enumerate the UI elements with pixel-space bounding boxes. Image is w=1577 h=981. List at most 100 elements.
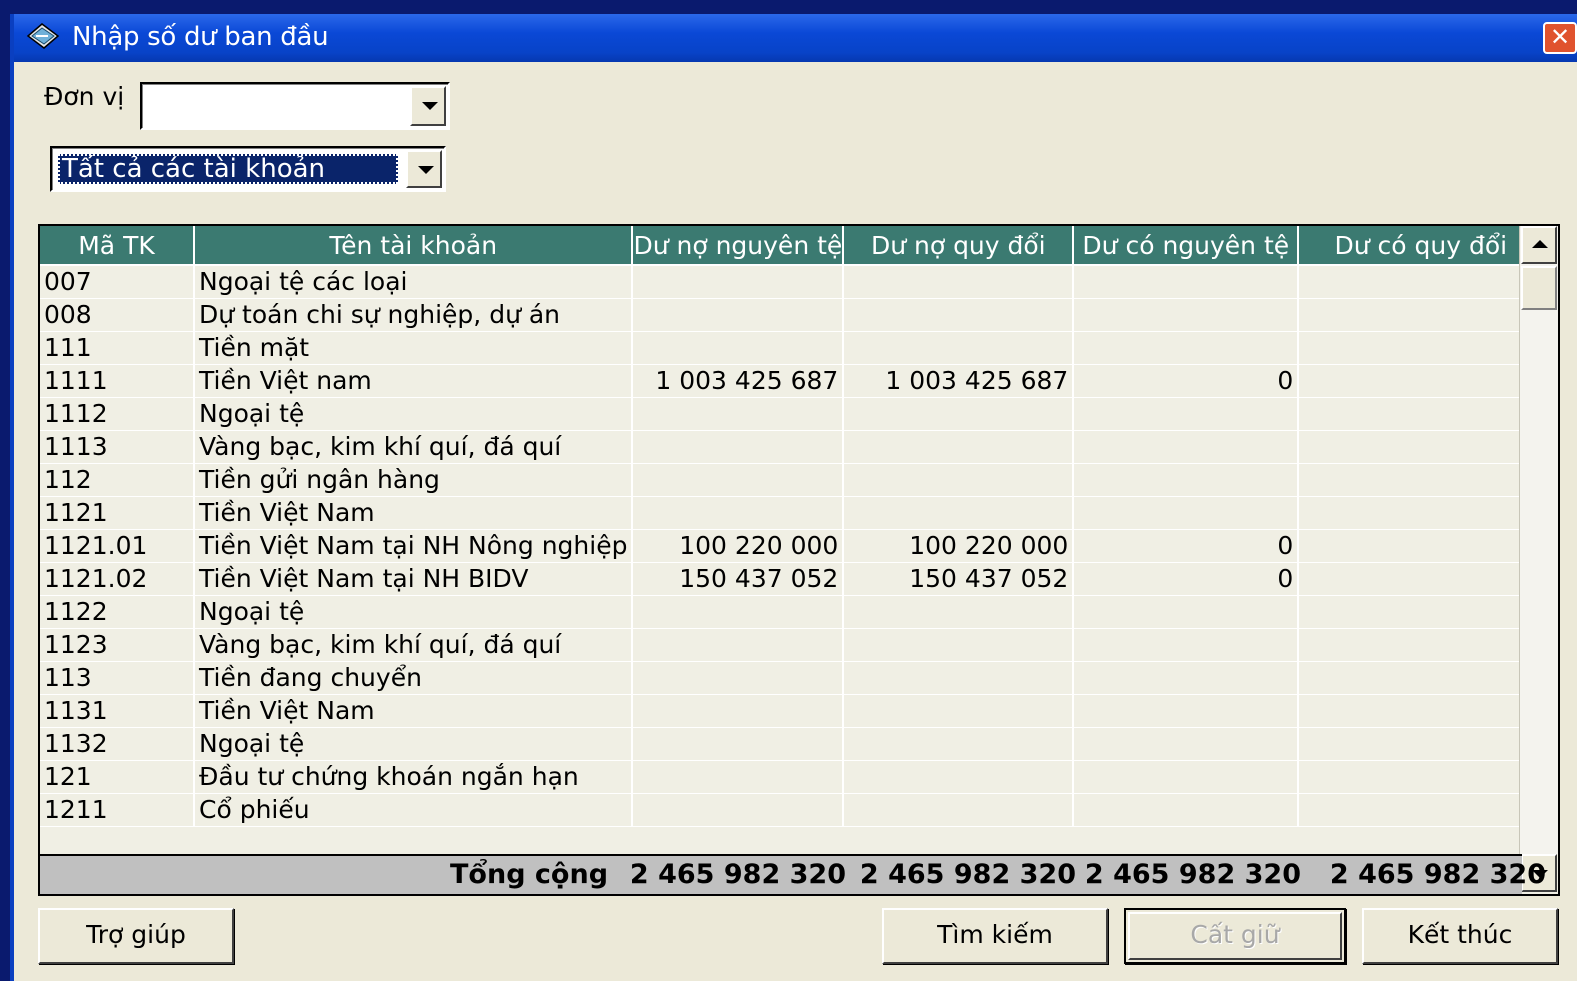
col-header-credit-conv[interactable]: Dư có quy đổi [1298,226,1545,266]
cell-debit-orig[interactable]: 1 003 425 687 [632,364,845,398]
table-row[interactable]: 008 Dự toán chi sự nghiệp, dự án [40,298,1545,332]
cell-credit-conv[interactable] [1298,331,1545,365]
cell-name[interactable]: Vàng bạc, kim khí quí, đá quí [194,628,634,662]
cell-code[interactable]: 1121.02 [40,562,195,596]
cell-debit-orig[interactable] [632,298,845,332]
cell-credit-conv[interactable]: 0 [1298,562,1545,596]
cell-code[interactable]: 111 [40,331,195,365]
finish-button[interactable]: Kết thúc [1362,908,1558,964]
cell-credit-orig[interactable] [1073,463,1300,497]
cell-debit-conv[interactable] [843,760,1075,794]
cell-debit-orig[interactable] [632,265,845,299]
save-button[interactable]: Cất giữ [1124,908,1346,964]
cell-credit-orig[interactable] [1073,793,1300,827]
cell-debit-conv[interactable] [843,793,1075,827]
cell-credit-conv[interactable] [1298,694,1545,728]
cell-credit-orig[interactable] [1073,727,1300,761]
cell-debit-orig[interactable]: 150 437 052 [632,562,845,596]
cell-debit-orig[interactable] [632,727,845,761]
table-row[interactable]: 1121 Tiền Việt Nam [40,496,1545,530]
cell-code[interactable]: 1112 [40,397,195,431]
cell-code[interactable]: 1113 [40,430,195,464]
cell-credit-conv[interactable] [1298,298,1545,332]
cell-code[interactable]: 007 [40,265,195,299]
cell-code[interactable]: 121 [40,760,195,794]
cell-credit-orig[interactable]: 0 [1073,364,1300,398]
col-header-name[interactable]: Tên tài khoản [194,226,634,266]
table-row[interactable]: 1121.01 Tiền Việt Nam tại NH Nông nghiệp 1… [40,529,1545,563]
cell-name[interactable]: Tiền Việt nam [194,364,634,398]
cell-debit-conv[interactable] [843,727,1075,761]
cell-code[interactable]: 1121 [40,496,195,530]
cell-debit-orig[interactable] [632,595,845,629]
table-row[interactable]: 1132 Ngoại tệ [40,727,1545,761]
cell-name[interactable]: Tiền Việt Nam tại NH BIDV [194,562,634,596]
cell-credit-orig[interactable]: 0 [1073,529,1300,563]
cell-debit-orig[interactable]: 100 220 000 [632,529,845,563]
cell-debit-orig[interactable] [632,661,845,695]
cell-credit-orig[interactable] [1073,496,1300,530]
table-row[interactable]: 1122 Ngoại tệ [40,595,1545,629]
cell-debit-orig[interactable] [632,760,845,794]
cell-name[interactable]: Cổ phiếu [194,793,634,827]
chevron-down-icon[interactable] [406,150,442,188]
cell-credit-orig[interactable] [1073,430,1300,464]
cell-debit-conv[interactable] [843,496,1075,530]
cell-debit-orig[interactable] [632,463,845,497]
help-button[interactable]: Trợ giúp [38,908,234,964]
search-button[interactable]: Tìm kiếm [882,908,1108,964]
cell-debit-conv[interactable] [843,628,1075,662]
cell-debit-conv[interactable] [843,265,1075,299]
cell-code[interactable]: 1132 [40,727,195,761]
scroll-up-icon[interactable] [1521,226,1557,264]
cell-code[interactable]: 1122 [40,595,195,629]
cell-debit-orig[interactable] [632,331,845,365]
account-filter-dropdown[interactable]: Tất cả các tài khoản [50,146,446,192]
cell-name[interactable]: Ngoại tệ [194,397,634,431]
close-icon[interactable]: ✕ [1543,22,1577,54]
cell-debit-conv[interactable] [843,397,1075,431]
title-bar[interactable]: Nhập số dư ban đầu ✕ [14,14,1577,62]
cell-debit-conv[interactable]: 1 003 425 687 [843,364,1075,398]
table-row[interactable]: 1211 Cổ phiếu [40,793,1545,827]
table-row[interactable]: 1121.02 Tiền Việt Nam tại NH BIDV 150 437 … [40,562,1545,596]
cell-code[interactable]: 113 [40,661,195,695]
cell-credit-conv[interactable] [1298,628,1545,662]
chevron-down-icon[interactable] [410,86,446,126]
col-header-code[interactable]: Mã TK [40,226,195,266]
col-header-credit-orig[interactable]: Dư có nguyên tệ [1073,226,1300,266]
cell-name[interactable]: Tiền Việt Nam [194,496,634,530]
table-row[interactable]: 1112 Ngoại tệ [40,397,1545,431]
cell-credit-conv[interactable] [1298,430,1545,464]
cell-credit-orig[interactable] [1073,298,1300,332]
cell-credit-conv[interactable] [1298,397,1545,431]
cell-name[interactable]: Ngoại tệ [194,595,634,629]
cell-credit-conv[interactable] [1298,265,1545,299]
table-row[interactable]: 111 Tiền mặt [40,331,1545,365]
cell-credit-orig[interactable]: 0 [1073,562,1300,596]
cell-debit-conv[interactable] [843,595,1075,629]
cell-credit-conv[interactable] [1298,595,1545,629]
cell-credit-conv[interactable] [1298,727,1545,761]
table-row[interactable]: 1123 Vàng bạc, kim khí quí, đá quí [40,628,1545,662]
table-row[interactable]: 007 Ngoại tệ các loại [40,265,1545,299]
unit-dropdown[interactable] [140,82,450,130]
cell-debit-orig[interactable] [632,793,845,827]
cell-code[interactable]: 1123 [40,628,195,662]
cell-debit-conv[interactable] [843,331,1075,365]
cell-credit-conv[interactable] [1298,463,1545,497]
cell-name[interactable]: Tiền Việt Nam [194,694,634,728]
cell-debit-orig[interactable] [632,628,845,662]
vertical-scrollbar[interactable] [1519,226,1558,854]
cell-debit-orig[interactable] [632,694,845,728]
cell-debit-orig[interactable] [632,496,845,530]
table-row[interactable]: 1131 Tiền Việt Nam [40,694,1545,728]
table-row[interactable]: 112 Tiền gửi ngân hàng [40,463,1545,497]
cell-debit-conv[interactable] [843,430,1075,464]
cell-name[interactable]: Tiền Việt Nam tại NH Nông nghiệp [194,529,634,563]
cell-credit-orig[interactable] [1073,694,1300,728]
cell-debit-conv[interactable] [843,661,1075,695]
cell-debit-conv[interactable]: 100 220 000 [843,529,1075,563]
cell-credit-orig[interactable] [1073,265,1300,299]
col-header-debit-orig[interactable]: Dư nợ nguyên tệ [632,226,845,266]
